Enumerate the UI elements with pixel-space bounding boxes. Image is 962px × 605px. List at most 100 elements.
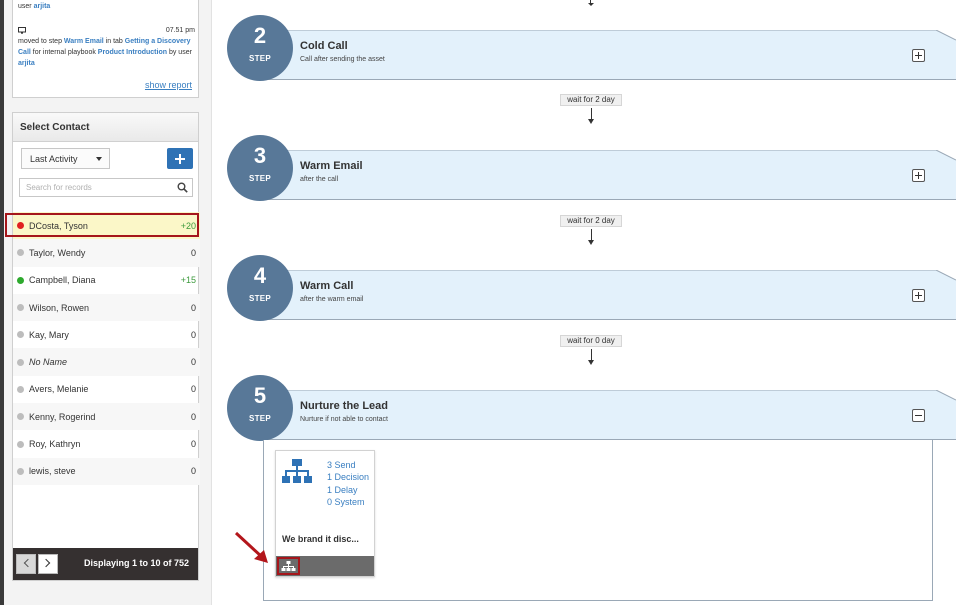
add-contact-button[interactable]	[167, 148, 193, 169]
stat-delay: 1 Delay	[327, 484, 358, 495]
contact-name: Taylor, Wendy	[29, 247, 86, 258]
contact-row[interactable]: Kenny, Rogerind 0	[13, 403, 200, 431]
step-number-badge: 2 STEP	[227, 15, 293, 81]
contact-row[interactable]: Wilson, Rowen 0	[13, 293, 200, 322]
step-number-badge: 5 STEP	[227, 375, 293, 441]
collapse-minus-icon[interactable]	[912, 409, 925, 422]
panel-title: Select Contact	[13, 113, 198, 142]
status-dot	[17, 304, 24, 312]
step-banner-5[interactable]: Nurture the Lead Nurture if not able to …	[261, 390, 956, 440]
sort-select[interactable]: Last Activity	[21, 148, 110, 169]
sequence-title: We brand it disc...	[282, 534, 359, 544]
contact-row[interactable]: Avers, Melanie 0	[13, 376, 200, 403]
stat-system: 0 System	[327, 496, 365, 507]
contact-score: +15	[180, 275, 196, 286]
playbook-link[interactable]: Product Introduction	[98, 49, 167, 56]
contact-name: Kenny, Rogerind	[29, 411, 96, 422]
step-title: Nurture the Lead	[300, 400, 389, 412]
expand-plus-icon[interactable]	[912, 289, 925, 302]
step-title: Cold Call	[300, 40, 348, 52]
status-dot	[17, 467, 24, 475]
step-number-badge: 4 STEP	[227, 255, 293, 321]
activity-user-link[interactable]: arjita	[34, 3, 51, 10]
contact-row[interactable]: lewis, steve 0	[13, 457, 200, 485]
status-dot	[17, 413, 24, 421]
contact-row-selected[interactable]: DCosta, Tyson +20	[13, 212, 200, 240]
wait-delay-label: wait for 0 day	[560, 335, 622, 347]
prev-page-button[interactable]	[16, 554, 36, 574]
contact-pager: Displaying 1 to 10 of 752	[13, 548, 198, 580]
select-contact-panel: Select Contact Last Activity Search for …	[12, 112, 200, 581]
activity-time: 07.51 pm	[165, 27, 195, 34]
card-footer	[276, 556, 374, 576]
chevron-right-icon	[41, 558, 51, 568]
step-title: Warm Call	[300, 280, 354, 292]
step-subtitle: after the call	[300, 176, 339, 183]
chevron-left-icon	[23, 558, 33, 568]
contact-score: 0	[190, 357, 196, 368]
step-subtitle: Call after sending the asset	[300, 56, 385, 63]
arrow-down-icon	[588, 360, 594, 365]
step-banner-4[interactable]: Warm Call after the warm email	[261, 270, 956, 320]
contact-name: DCosta, Tyson	[29, 220, 88, 231]
activity-text: moved to step Warm Email in tab Getting …	[18, 38, 192, 67]
contact-row[interactable]: Taylor, Wendy 0	[13, 239, 200, 267]
sitemap-button[interactable]	[277, 557, 300, 575]
activity-item: 07.51 pm moved to step Warm Email in tab…	[18, 26, 195, 69]
contact-score: 0	[190, 466, 196, 477]
search-icon[interactable]	[177, 182, 188, 193]
step-banner-2[interactable]: Cold Call Call after sending the asset	[261, 30, 956, 80]
contact-name: lewis, steve	[29, 466, 76, 477]
step-link[interactable]: Warm Email	[64, 38, 104, 45]
sort-select-value: Last Activity	[30, 154, 78, 164]
search-input[interactable]: Search for records	[19, 178, 193, 197]
contact-score: 0	[190, 329, 196, 340]
arrow-down-icon	[588, 3, 594, 6]
step-number-badge: 3 STEP	[227, 135, 293, 201]
contact-score: 0	[190, 247, 196, 258]
contact-score: 0	[190, 411, 196, 422]
activity-partial-line: user arjita	[18, 3, 51, 10]
step-5-content: 3 Send 1 Decision 1 Delay 0 System We br…	[263, 440, 933, 601]
contact-name: Wilson, Rowen	[29, 302, 90, 313]
contact-row[interactable]: Kay, Mary 0	[13, 321, 200, 348]
sequence-stats: 3 Send 1 Decision 1 Delay 0 System	[327, 459, 369, 508]
step-subtitle: Nurture if not able to contact	[300, 416, 388, 423]
status-dot	[17, 249, 24, 257]
sequence-card[interactable]: 3 Send 1 Decision 1 Delay 0 System We br…	[275, 450, 375, 577]
status-dot	[17, 440, 24, 448]
sitemap-icon	[282, 459, 312, 483]
caret-down-icon	[96, 157, 102, 161]
contact-row[interactable]: Roy, Kathryn 0	[13, 430, 200, 457]
step-subtitle: after the warm email	[300, 296, 364, 303]
status-dot	[17, 222, 24, 230]
show-report-link[interactable]: show report	[145, 80, 192, 90]
next-page-button[interactable]	[38, 554, 58, 574]
wait-delay-label: wait for 2 day	[560, 215, 622, 227]
search-placeholder: Search for records	[26, 183, 92, 192]
connector-line	[591, 229, 592, 240]
status-dot	[17, 276, 24, 284]
status-dot	[17, 331, 24, 339]
monitor-icon	[18, 27, 26, 34]
connector-line	[591, 108, 592, 119]
left-column: user arjita 07.51 pm moved to step Warm …	[4, 0, 212, 605]
status-dot	[17, 385, 24, 393]
activity-feed: user arjita 07.51 pm moved to step Warm …	[12, 0, 199, 98]
contact-row[interactable]: Campbell, Diana +15	[13, 267, 200, 294]
expand-plus-icon[interactable]	[912, 49, 925, 62]
user-link[interactable]: arjita	[18, 60, 35, 67]
contact-score: +20	[180, 220, 196, 231]
contact-list: DCosta, Tyson +20 Taylor, Wendy 0 Campbe…	[13, 212, 200, 485]
contact-row[interactable]: No Name 0	[13, 348, 200, 376]
playbook-steps: Cold Call Call after sending the asset 2…	[213, 0, 962, 605]
arrow-down-icon	[588, 119, 594, 124]
connector-line	[591, 349, 592, 360]
wait-delay-label: wait for 2 day	[560, 94, 622, 106]
contact-name: Avers, Melanie	[29, 384, 89, 395]
stat-send: 3 Send	[327, 460, 356, 470]
arrow-down-icon	[588, 240, 594, 245]
step-banner-3[interactable]: Warm Email after the call	[261, 150, 956, 200]
expand-plus-icon[interactable]	[912, 169, 925, 182]
stat-decision: 1 Decision	[327, 472, 370, 483]
